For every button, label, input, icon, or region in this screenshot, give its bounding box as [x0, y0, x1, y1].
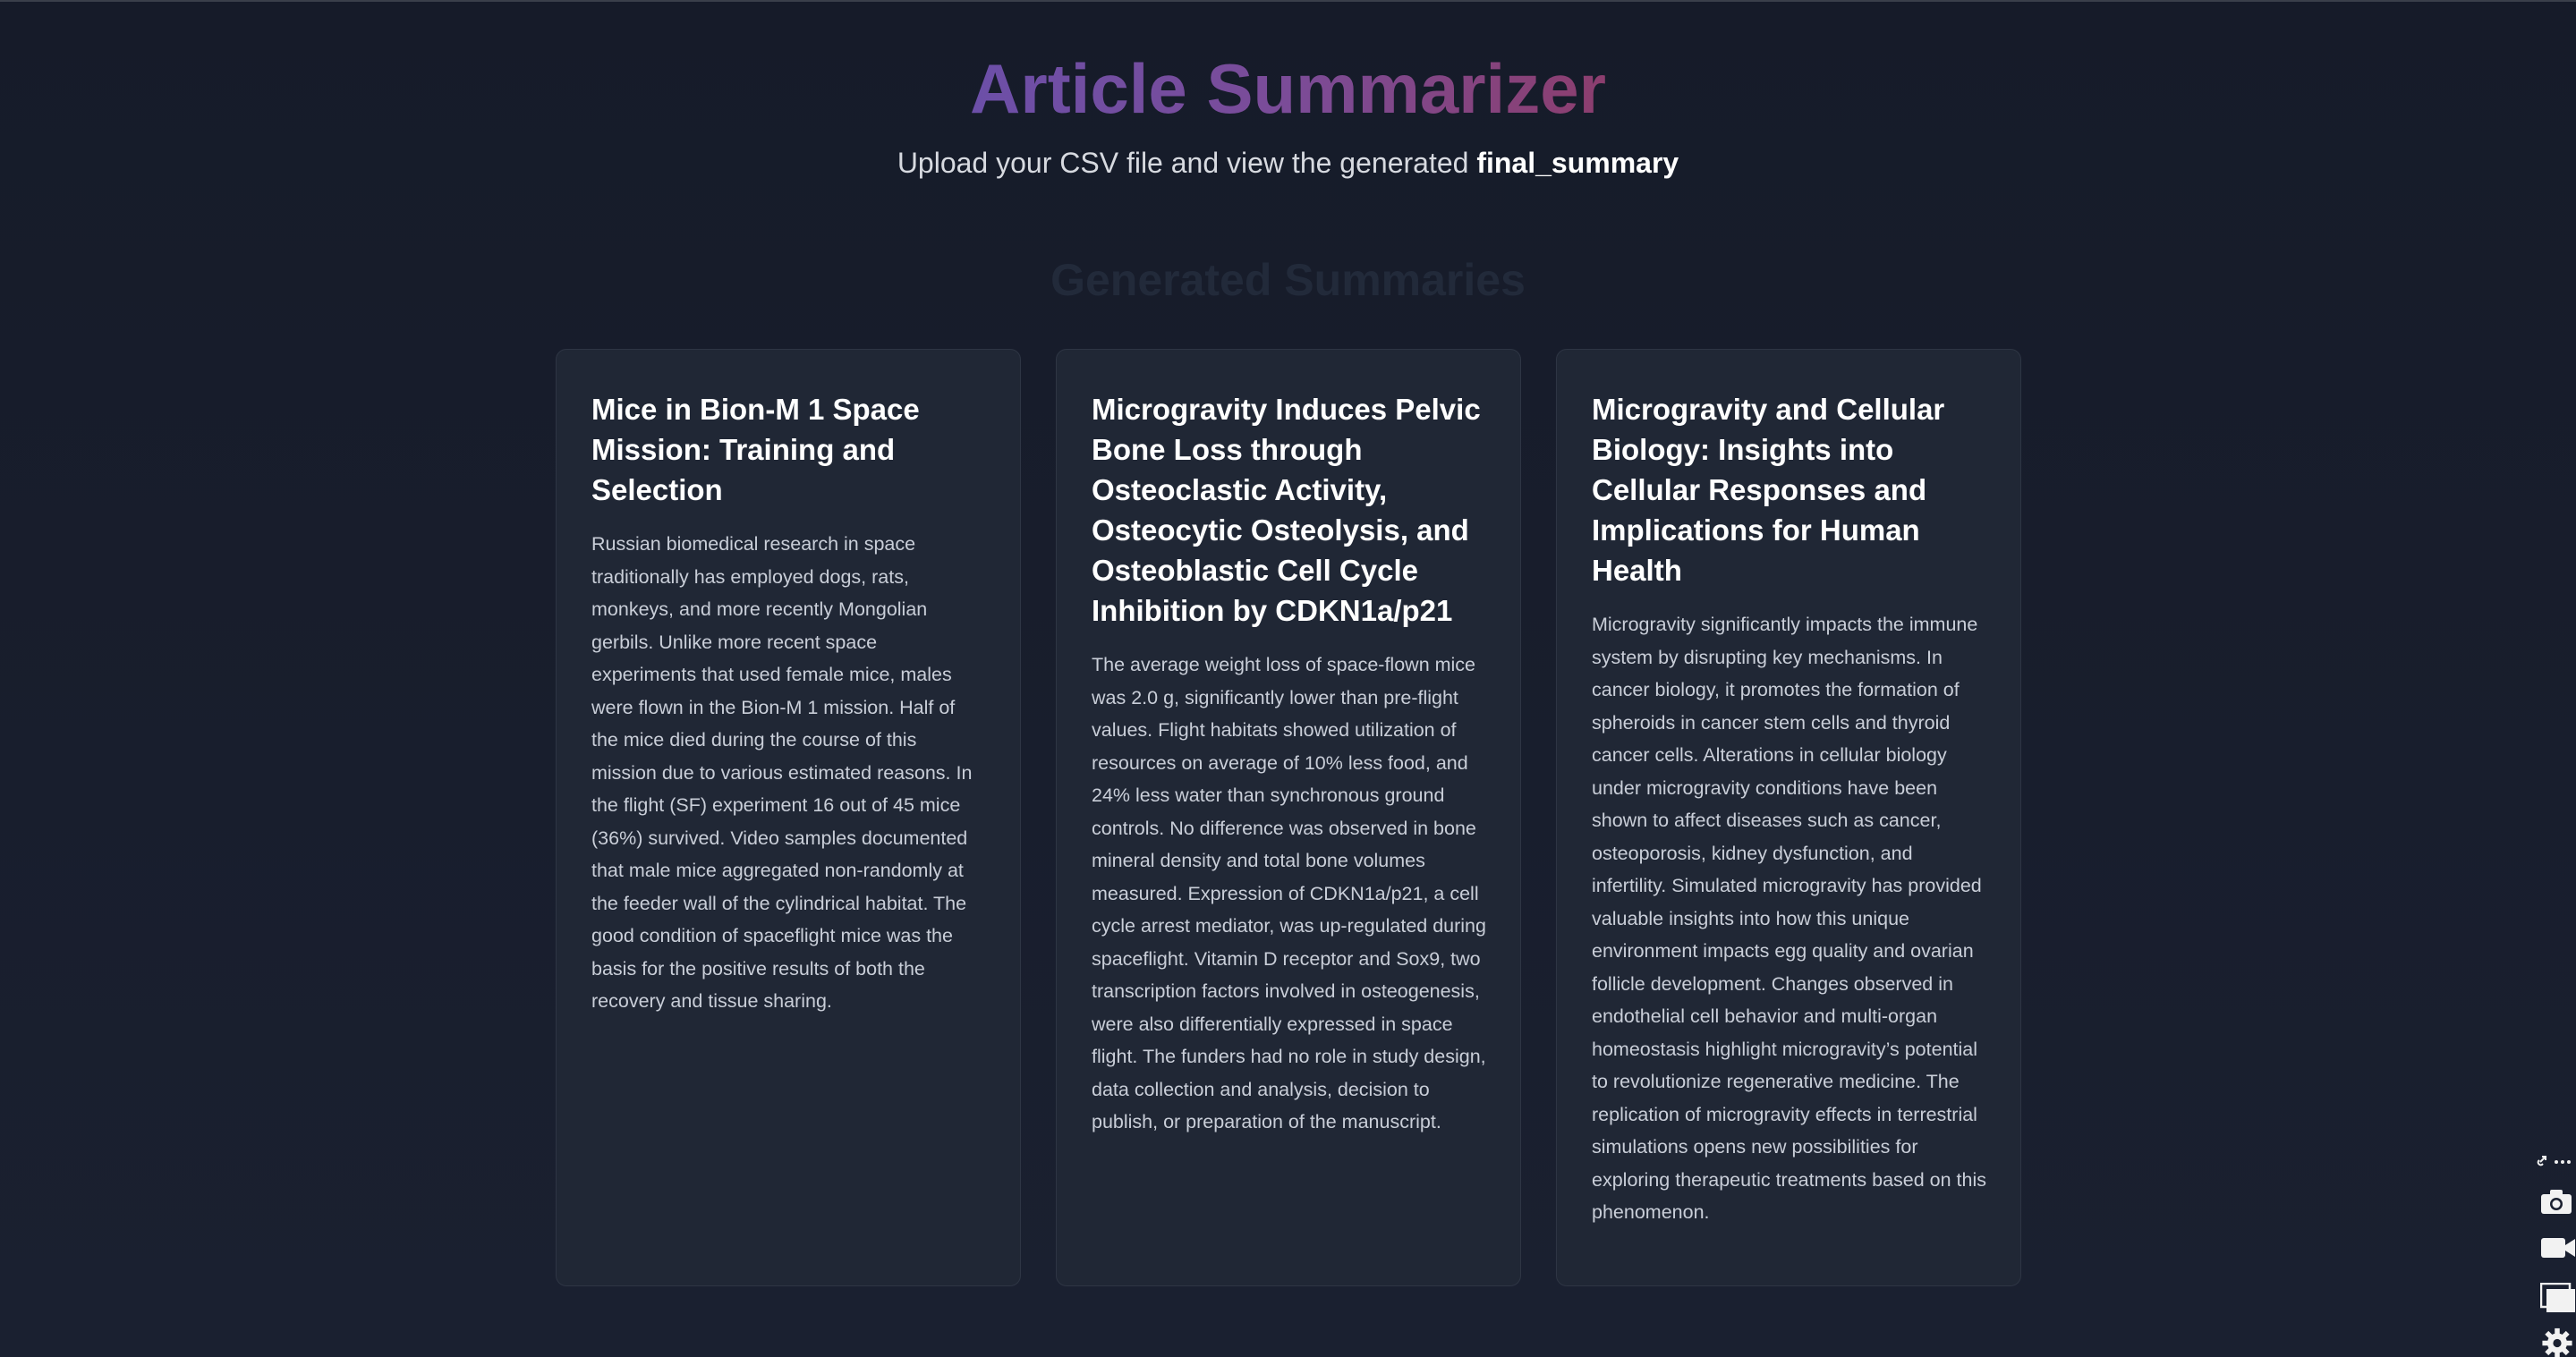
gear-icon[interactable]: [2540, 1327, 2574, 1357]
video-icon[interactable]: [2540, 1235, 2576, 1264]
card-title: Microgravity and Cellular Biology: Insig…: [1592, 393, 1945, 587]
link-more-icon[interactable]: [2537, 1152, 2572, 1172]
summary-cards: Mice in Bion-M 1 Space Mission: Training…: [556, 349, 2021, 1287]
summary-card: Microgravity and Cellular Biology: Insig…: [1556, 349, 2021, 1286]
card-summary: The average weight loss of space-flown m…: [1092, 654, 1486, 1132]
section-heading: Generated Summaries: [1050, 255, 1526, 305]
page: Article Summarizer Upload your CSV file …: [0, 0, 2576, 1357]
camera-icon[interactable]: [2540, 1188, 2572, 1218]
page-subtitle: Upload your CSV file and view the genera…: [0, 147, 2576, 180]
page-title: Article Summarizer: [970, 49, 1606, 128]
window-icon[interactable]: [2539, 1282, 2576, 1317]
side-toolbar: [2531, 1152, 2576, 1357]
subtitle-text: Upload your CSV file and view the genera…: [897, 147, 1477, 179]
summary-card: Microgravity Induces Pelvic Bone Loss th…: [1056, 349, 1521, 1286]
card-summary: Russian biomedical research in space tra…: [591, 533, 973, 1012]
card-summary: Microgravity significantly impacts the i…: [1592, 614, 1987, 1223]
summary-card: Mice in Bion-M 1 Space Mission: Training…: [556, 349, 1021, 1286]
card-title: Mice in Bion-M 1 Space Mission: Training…: [591, 393, 920, 506]
title-container: Article Summarizer: [0, 54, 2576, 123]
subtitle-bold-text: final_summary: [1476, 147, 1679, 179]
card-title: Microgravity Induces Pelvic Bone Loss th…: [1092, 393, 1481, 627]
